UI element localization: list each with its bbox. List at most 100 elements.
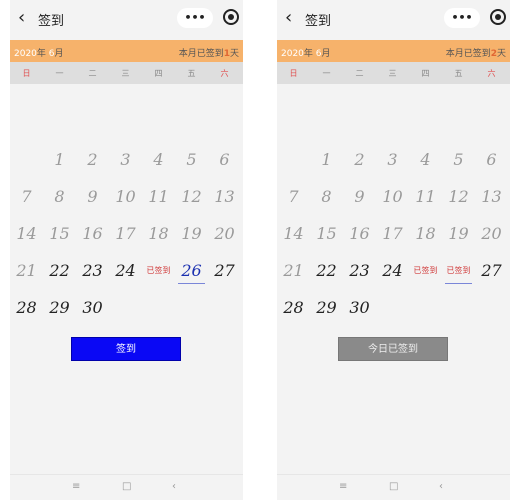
calendar-day[interactable]: 7: [10, 180, 43, 214]
calendar-day[interactable]: 17: [376, 217, 409, 251]
page-title: 签到: [305, 14, 332, 29]
close-target-icon[interactable]: [490, 9, 506, 25]
today-underline: [445, 283, 472, 284]
calendar-day[interactable]: 15: [310, 217, 343, 251]
calendar-day[interactable]: 21: [277, 254, 310, 288]
signed-day-mark[interactable]: 已签到: [409, 254, 442, 288]
calendar-day[interactable]: 8: [43, 180, 76, 214]
calendar-day[interactable]: 9: [76, 180, 109, 214]
year-suffix: 年: [303, 49, 313, 59]
signed-today-button: 今日已签到: [338, 337, 448, 361]
system-nav-bar: ≡ □ ‹: [277, 474, 510, 500]
weekday-label: 日: [289, 69, 298, 78]
home-icon[interactable]: □: [122, 481, 131, 492]
calendar-day[interactable]: 16: [76, 217, 109, 251]
calendar-day[interactable]: 6: [475, 143, 508, 177]
calendar-day[interactable]: 4: [142, 143, 175, 177]
calendar-day[interactable]: 28: [277, 291, 310, 325]
calendar-day[interactable]: 7: [277, 180, 310, 214]
calendar-day[interactable]: 1: [43, 143, 76, 177]
weekday-label: 五: [187, 69, 196, 78]
calendar-day[interactable]: 24: [376, 254, 409, 288]
calendar-day[interactable]: 5: [442, 143, 475, 177]
calendar-day[interactable]: 13: [208, 180, 241, 214]
weekday-label: 三: [388, 69, 397, 78]
calendar-day[interactable]: 14: [277, 217, 310, 251]
calendar-day[interactable]: 6: [208, 143, 241, 177]
back-nav-icon[interactable]: ‹: [439, 481, 443, 492]
calendar-day[interactable]: 13: [475, 180, 508, 214]
year-value: 2020: [14, 49, 37, 59]
weekday-label: 二: [355, 69, 364, 78]
weekday-label: 日: [22, 69, 31, 78]
calendar-day[interactable]: 3: [376, 143, 409, 177]
calendar-day[interactable]: 11: [142, 180, 175, 214]
calendar-day[interactable]: 14: [10, 217, 43, 251]
calendar-day[interactable]: 17: [109, 217, 142, 251]
menu-icon[interactable]: ≡: [72, 481, 80, 492]
calendar-day[interactable]: 28: [10, 291, 43, 325]
calendar-day[interactable]: 22: [310, 254, 343, 288]
calendar-day[interactable]: 10: [376, 180, 409, 214]
calendar-day[interactable]: 21: [10, 254, 43, 288]
calendar-day[interactable]: 3: [109, 143, 142, 177]
home-icon[interactable]: □: [389, 481, 398, 492]
calendar-day[interactable]: 23: [76, 254, 109, 288]
weekday-label: 四: [421, 69, 430, 78]
calendar-day[interactable]: 10: [109, 180, 142, 214]
month-suffix: 月: [54, 49, 64, 59]
calendar-day[interactable]: 4: [409, 143, 442, 177]
month-suffix: 月: [321, 49, 331, 59]
system-nav-bar: ≡ □ ‹: [10, 474, 243, 500]
weekday-header: 日一二三四五六: [10, 62, 243, 84]
calendar-day[interactable]: 27: [208, 254, 241, 288]
calendar-day[interactable]: 26: [175, 254, 208, 288]
calendar-day[interactable]: 29: [43, 291, 76, 325]
signed-day-mark[interactable]: 已签到: [442, 254, 475, 288]
calendar-day[interactable]: 11: [409, 180, 442, 214]
weekday-label: 四: [154, 69, 163, 78]
weekday-label: 二: [88, 69, 97, 78]
calendar-day[interactable]: 9: [343, 180, 376, 214]
calendar-day[interactable]: 16: [343, 217, 376, 251]
weekday-label: 三: [121, 69, 130, 78]
page-title: 签到: [38, 14, 65, 29]
back-icon[interactable]: ‹: [285, 7, 292, 28]
month-banner: 2020年 6月 本月已签到2天: [277, 40, 510, 62]
calendar-day[interactable]: 18: [142, 217, 175, 251]
calendar-day[interactable]: 12: [442, 180, 475, 214]
back-nav-icon[interactable]: ‹: [172, 481, 176, 492]
calendar-day[interactable]: 20: [208, 217, 241, 251]
calendar-day[interactable]: 19: [442, 217, 475, 251]
more-menu-icon[interactable]: •••: [177, 8, 213, 28]
calendar-day[interactable]: 12: [175, 180, 208, 214]
calendar-day[interactable]: 27: [475, 254, 508, 288]
nav-bar: ‹ 签到 •••: [10, 0, 243, 38]
calendar-day[interactable]: 2: [76, 143, 109, 177]
calendar-day[interactable]: 1: [310, 143, 343, 177]
sign-in-button[interactable]: 签到: [71, 337, 181, 361]
calendar-day[interactable]: 2: [343, 143, 376, 177]
more-menu-icon[interactable]: •••: [444, 8, 480, 28]
close-target-icon[interactable]: [223, 9, 239, 25]
calendar-day[interactable]: 20: [475, 217, 508, 251]
sign-count-unit: 天: [496, 49, 506, 59]
calendar-day[interactable]: 15: [43, 217, 76, 251]
calendar-day[interactable]: 5: [175, 143, 208, 177]
calendar-day[interactable]: 30: [343, 291, 376, 325]
calendar-day[interactable]: 29: [310, 291, 343, 325]
calendar-day[interactable]: 8: [310, 180, 343, 214]
calendar-day[interactable]: 18: [409, 217, 442, 251]
calendar-day[interactable]: 19: [175, 217, 208, 251]
year-suffix: 年: [36, 49, 46, 59]
year-value: 2020: [281, 49, 304, 59]
calendar-day[interactable]: 22: [43, 254, 76, 288]
calendar-day[interactable]: 24: [109, 254, 142, 288]
back-icon[interactable]: ‹: [18, 7, 25, 28]
menu-icon[interactable]: ≡: [339, 481, 347, 492]
calendar-day[interactable]: 30: [76, 291, 109, 325]
weekday-label: 六: [220, 69, 229, 78]
signed-day-mark[interactable]: 已签到: [142, 254, 175, 288]
phone-screen-before: ‹ 签到 ••• 2020年 6月 本月已签到1天 日一二三四五六 123456…: [10, 0, 243, 500]
calendar-day[interactable]: 23: [343, 254, 376, 288]
